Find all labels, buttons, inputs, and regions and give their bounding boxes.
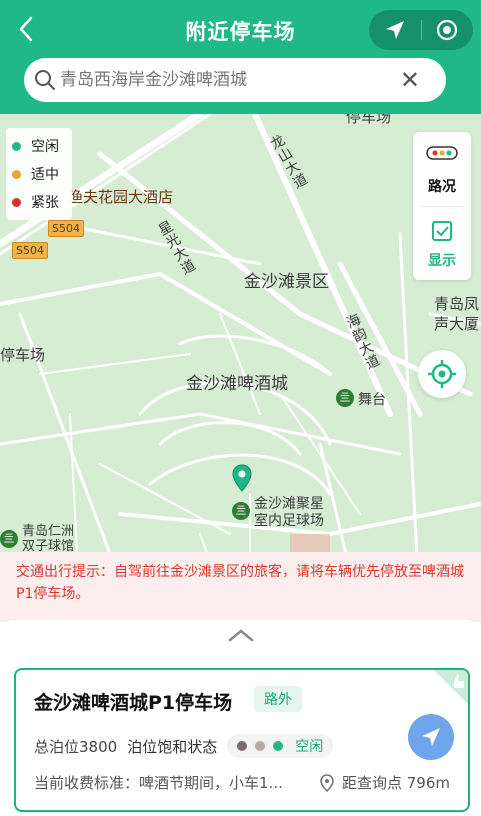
map-label-venue: 金沙滩啤酒城	[186, 374, 288, 394]
saturation-status: 空闲	[227, 734, 334, 758]
map[interactable]: 渔夫花园大酒店 S504 S504 星光大道 龙山大道 金沙滩景区 海韵大道 金…	[0, 114, 481, 614]
parking-card[interactable]: 金沙滩啤酒城P1停车场 路外 总泊位3800 泊位饱和状态 空闲 当前收费标准：…	[14, 668, 470, 812]
map-label-scenic-area: 金沙滩景区	[244, 272, 329, 292]
parking-name: 金沙滩啤酒城P1停车场	[34, 692, 233, 714]
miniprogram-capsule	[369, 10, 473, 50]
traffic-label: 路况	[428, 179, 456, 195]
map-side-panel: 路况 显示	[413, 132, 471, 280]
traffic-toggle-button[interactable]: 路况	[413, 132, 471, 206]
legend-label: 紧张	[31, 195, 59, 211]
recommend-thumb-icon	[434, 670, 468, 704]
status-text: 空闲	[295, 739, 324, 755]
poi-gym-icon: 亖	[0, 530, 18, 548]
crosshair-icon	[428, 360, 456, 388]
target-circle-icon	[436, 19, 458, 41]
status-dot-busy	[237, 741, 248, 751]
distance-text: 距查询点 796m	[341, 774, 450, 792]
expand-chevron-icon[interactable]	[228, 628, 254, 642]
traffic-light-icon	[426, 146, 458, 160]
legend-item: 空闲	[12, 132, 66, 160]
map-label-right-building: 青岛凤 声大厦	[434, 295, 480, 333]
close-miniprogram-button[interactable]	[421, 10, 473, 50]
map-label-parking-top: 停车场	[346, 114, 392, 126]
traffic-notice: 交通出行提示：自驾前往金沙滩景区的旅客，请将车辆优先停放至啤酒城P1停车场。	[0, 552, 481, 622]
fee-standard: 当前收费标准：啤酒节期间，小车1...	[34, 774, 283, 792]
total-spaces: 总泊位3800	[34, 737, 118, 756]
map-label-parking-left: 停车场	[0, 346, 46, 364]
show-toggle-button[interactable]: 显示	[413, 206, 471, 280]
poi-stage-icon: 亖	[336, 389, 354, 407]
legend-dot-moderate	[12, 169, 21, 179]
location-arrow-icon	[386, 21, 404, 39]
saturation-label: 泊位饱和状态	[127, 737, 218, 756]
road-badge-s504: S504	[48, 220, 84, 237]
search-input[interactable]	[60, 66, 400, 94]
show-label: 显示	[428, 253, 456, 269]
parking-pin[interactable]	[232, 464, 252, 496]
parking-type-tag: 路外	[254, 686, 302, 712]
location-arrow-button[interactable]	[369, 10, 421, 50]
congestion-legend: 空闲 适中 紧张	[6, 128, 72, 220]
navigate-button[interactable]	[408, 714, 454, 760]
poi-football-icon: 亖	[232, 502, 250, 520]
navigate-arrow-icon	[422, 728, 440, 746]
bottom-sheet: 金沙滩啤酒城P1停车场 路外 总泊位3800 泊位饱和状态 空闲 当前收费标准：…	[0, 620, 481, 816]
legend-dot-free	[12, 141, 21, 151]
capacity-row: 总泊位3800 泊位饱和状态 空闲	[34, 734, 334, 758]
search-bar[interactable]: ✕	[24, 58, 446, 102]
map-label-stage: 舞台	[358, 392, 386, 408]
legend-label: 适中	[31, 167, 59, 183]
road-badge-s504-2: S504	[12, 242, 48, 259]
legend-dot-busy	[12, 197, 21, 207]
legend-item: 紧张	[12, 188, 66, 216]
legend-item: 适中	[12, 160, 66, 188]
locate-me-button[interactable]	[418, 350, 466, 398]
legend-label: 空闲	[31, 139, 59, 155]
map-label-gym: 青岛仁洲 双子球馆	[22, 524, 75, 554]
header: 附近停车场 ✕	[0, 0, 481, 114]
search-icon	[35, 70, 55, 90]
distance-info: 距查询点 796m	[320, 772, 450, 793]
status-dot-moderate	[255, 741, 266, 751]
clear-icon[interactable]: ✕	[400, 68, 420, 92]
status-dot-free	[273, 741, 284, 751]
map-label-hotel: 渔夫花园大酒店	[68, 188, 174, 206]
map-label-football: 金沙滩聚星 室内足球场	[254, 496, 324, 529]
location-pin-icon	[320, 773, 334, 792]
map-pin-icon	[232, 464, 252, 492]
checkbox-icon	[432, 221, 452, 241]
